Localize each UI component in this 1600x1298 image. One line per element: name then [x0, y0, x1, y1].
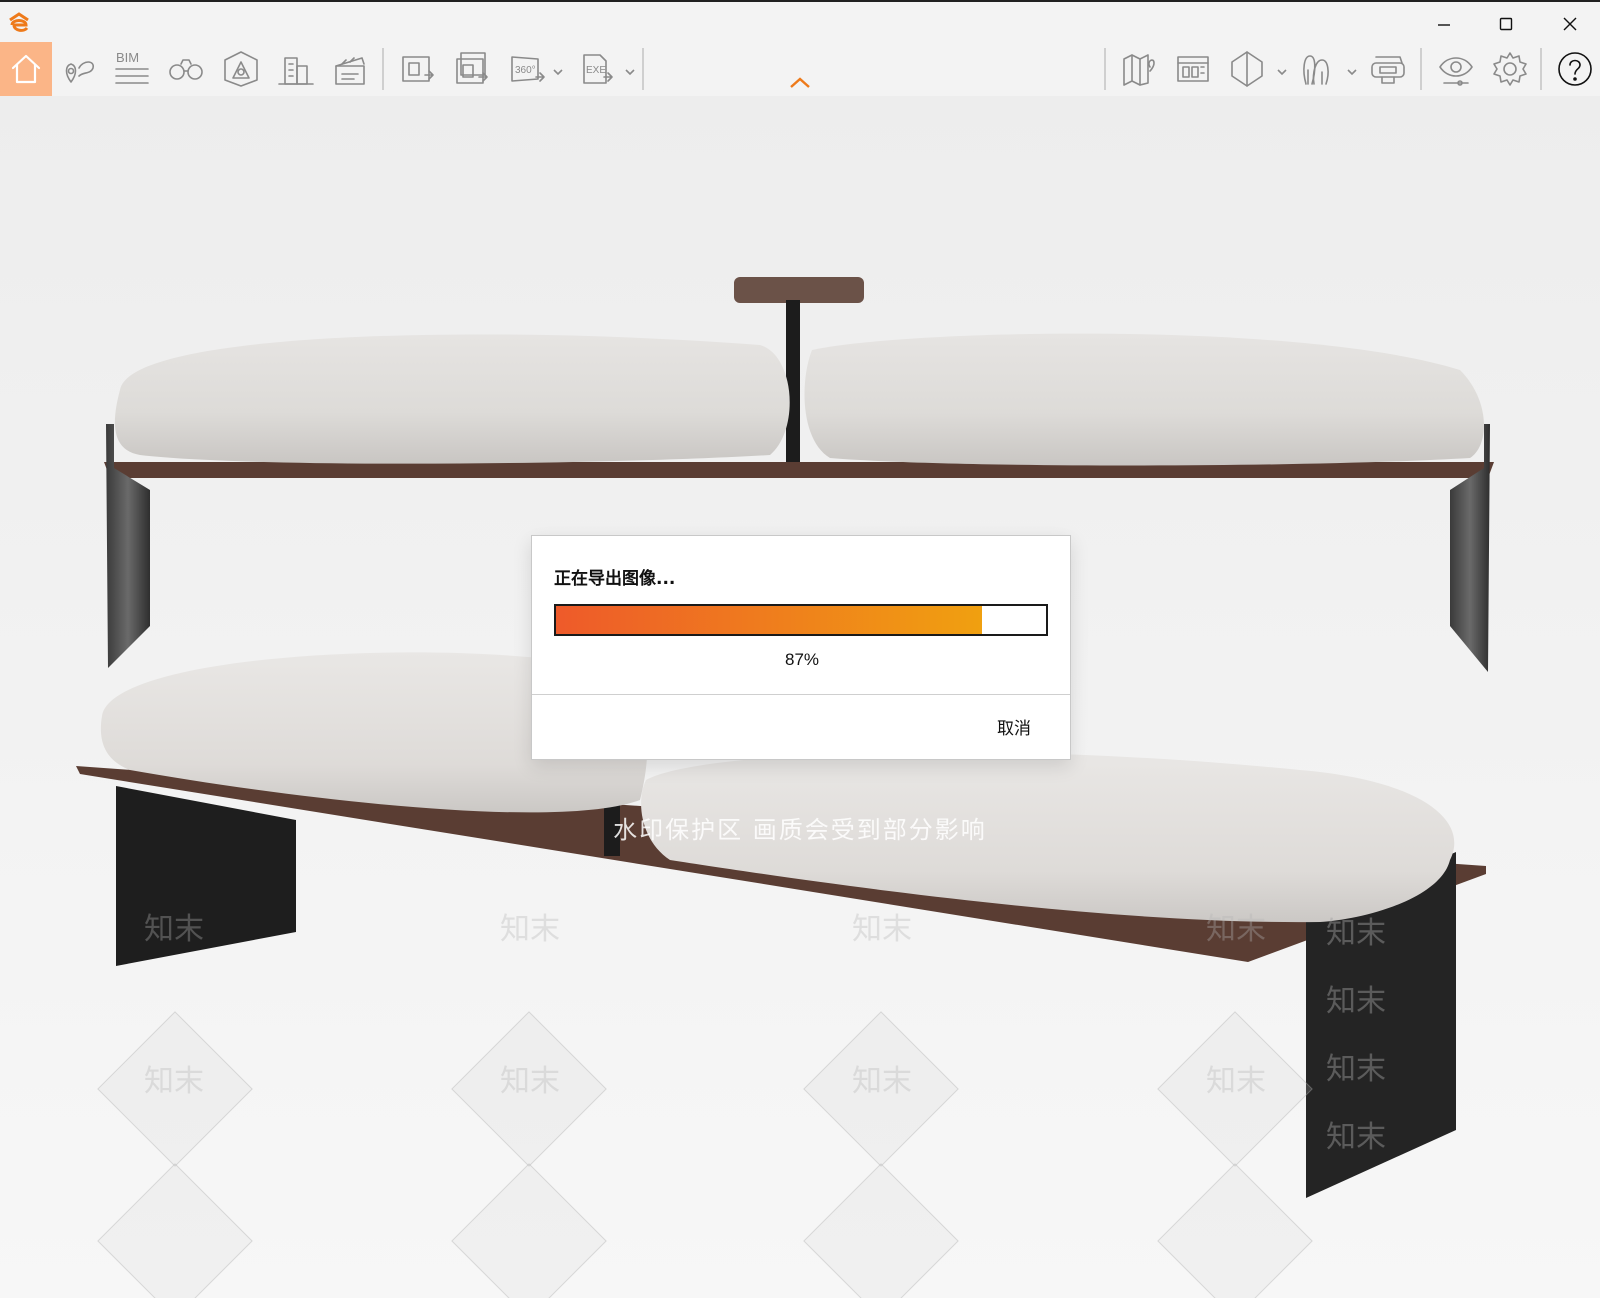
- minimize-button[interactable]: [1416, 6, 1472, 42]
- chevron-down-icon: [553, 69, 563, 76]
- app-logo-icon: [9, 12, 29, 32]
- export-image-button[interactable]: [394, 42, 442, 96]
- calculator-panel-icon: [1177, 56, 1209, 82]
- binoculars-icon: [169, 59, 203, 80]
- export-image-icon: [402, 56, 434, 82]
- progress-percent-label: 87%: [784, 650, 820, 669]
- eye-icon: [1439, 57, 1473, 86]
- close-button[interactable]: [1542, 6, 1598, 42]
- buildings-button[interactable]: [272, 42, 320, 96]
- watermark-text: 知末: [852, 1064, 912, 1099]
- export-batch-button[interactable]: [448, 42, 496, 96]
- chevron-down-icon: [1347, 69, 1357, 76]
- watermark-text: 知末: [144, 1064, 204, 1099]
- walkthrough-button[interactable]: [162, 42, 210, 96]
- view-dropdown[interactable]: [1276, 64, 1288, 82]
- svg-text:EXE: EXE: [586, 65, 606, 76]
- help-button[interactable]: [1552, 42, 1598, 96]
- panel-button[interactable]: [1170, 42, 1216, 96]
- watermark-text: 知末: [1326, 916, 1386, 951]
- export-panorama-button[interactable]: 360°: [504, 42, 550, 96]
- watermark-text: 知末: [1206, 912, 1266, 947]
- dialog-title: 正在导出图像...: [554, 569, 676, 589]
- plants-dropdown[interactable]: [1346, 64, 1358, 82]
- watermark-text: 知末: [1206, 1064, 1266, 1099]
- title-bar: [0, 0, 1600, 42]
- cancel-button[interactable]: 取消: [972, 708, 1056, 744]
- minimize-icon: [1438, 24, 1450, 26]
- progress-fill: [556, 606, 983, 634]
- watermark-text: 知末: [1326, 1052, 1386, 1087]
- watermark-text: 知末: [1326, 984, 1386, 1019]
- plants-button[interactable]: [1294, 42, 1340, 96]
- visibility-button[interactable]: [1432, 42, 1480, 96]
- dialog-divider: [532, 694, 1070, 695]
- watermark-text: 知末: [144, 912, 204, 947]
- export-panorama-icon: 360°: [511, 56, 545, 82]
- close-icon: [1563, 17, 1577, 31]
- landscape-icon: [224, 51, 258, 87]
- exe-dropdown[interactable]: [624, 64, 636, 82]
- panorama-dropdown[interactable]: [552, 64, 564, 82]
- toolbar-separator: [1420, 48, 1422, 90]
- watermark-text: 知末: [852, 912, 912, 947]
- toolbar-separator: [382, 48, 384, 90]
- vr-button[interactable]: [1364, 42, 1412, 96]
- export-progress-dialog: 正在导出图像... 87% 取消: [531, 535, 1071, 760]
- toolbar-separator: [642, 48, 644, 90]
- view-cube-button[interactable]: [1224, 42, 1270, 96]
- export-progress-bar: [554, 604, 1048, 636]
- export-exe-icon: EXE: [583, 54, 613, 84]
- cube-view-icon: [1231, 51, 1263, 87]
- chevron-down-icon: [1277, 69, 1287, 76]
- bim-icon: BIM: [115, 50, 149, 84]
- watermark-banner: 水印保护区 画质会受到部分影响: [613, 816, 987, 844]
- export-batch-icon: [456, 52, 488, 84]
- watermark-text: 知末: [500, 1064, 560, 1099]
- map-icon: [1123, 54, 1155, 86]
- landscape-button[interactable]: [216, 42, 266, 96]
- buildings-icon: [278, 57, 314, 85]
- watermark-text: 知末: [500, 912, 560, 947]
- animation-button[interactable]: [326, 42, 374, 96]
- map-button[interactable]: [1116, 42, 1162, 96]
- home-button[interactable]: [0, 42, 52, 96]
- chevron-down-icon: [625, 69, 635, 76]
- clapperboard-icon: [335, 57, 365, 85]
- svg-text:BIM: BIM: [116, 50, 139, 65]
- collapse-toolbar-button[interactable]: [788, 76, 812, 95]
- vr-headset-icon: [1371, 56, 1405, 84]
- bim-button[interactable]: BIM: [108, 42, 156, 96]
- settings-button[interactable]: [1486, 42, 1534, 96]
- settings-icon: [1493, 52, 1527, 86]
- toolbar-separator: [1540, 48, 1542, 90]
- location-button[interactable]: [56, 42, 102, 96]
- maximize-icon: [1499, 17, 1513, 31]
- toolbar-separator: [1104, 48, 1106, 90]
- watermark-text: 知末: [1326, 1120, 1386, 1155]
- maximize-button[interactable]: [1478, 6, 1534, 42]
- export-exe-button[interactable]: EXE: [574, 42, 620, 96]
- main-toolbar: BIM 360° EXE: [0, 42, 1600, 96]
- location-pin-icon: [65, 61, 94, 83]
- help-icon: [1558, 52, 1592, 86]
- plants-icon: [1303, 55, 1329, 85]
- svg-text:360°: 360°: [515, 65, 536, 76]
- chevron-up-icon: [790, 77, 810, 88]
- home-icon: [11, 54, 41, 84]
